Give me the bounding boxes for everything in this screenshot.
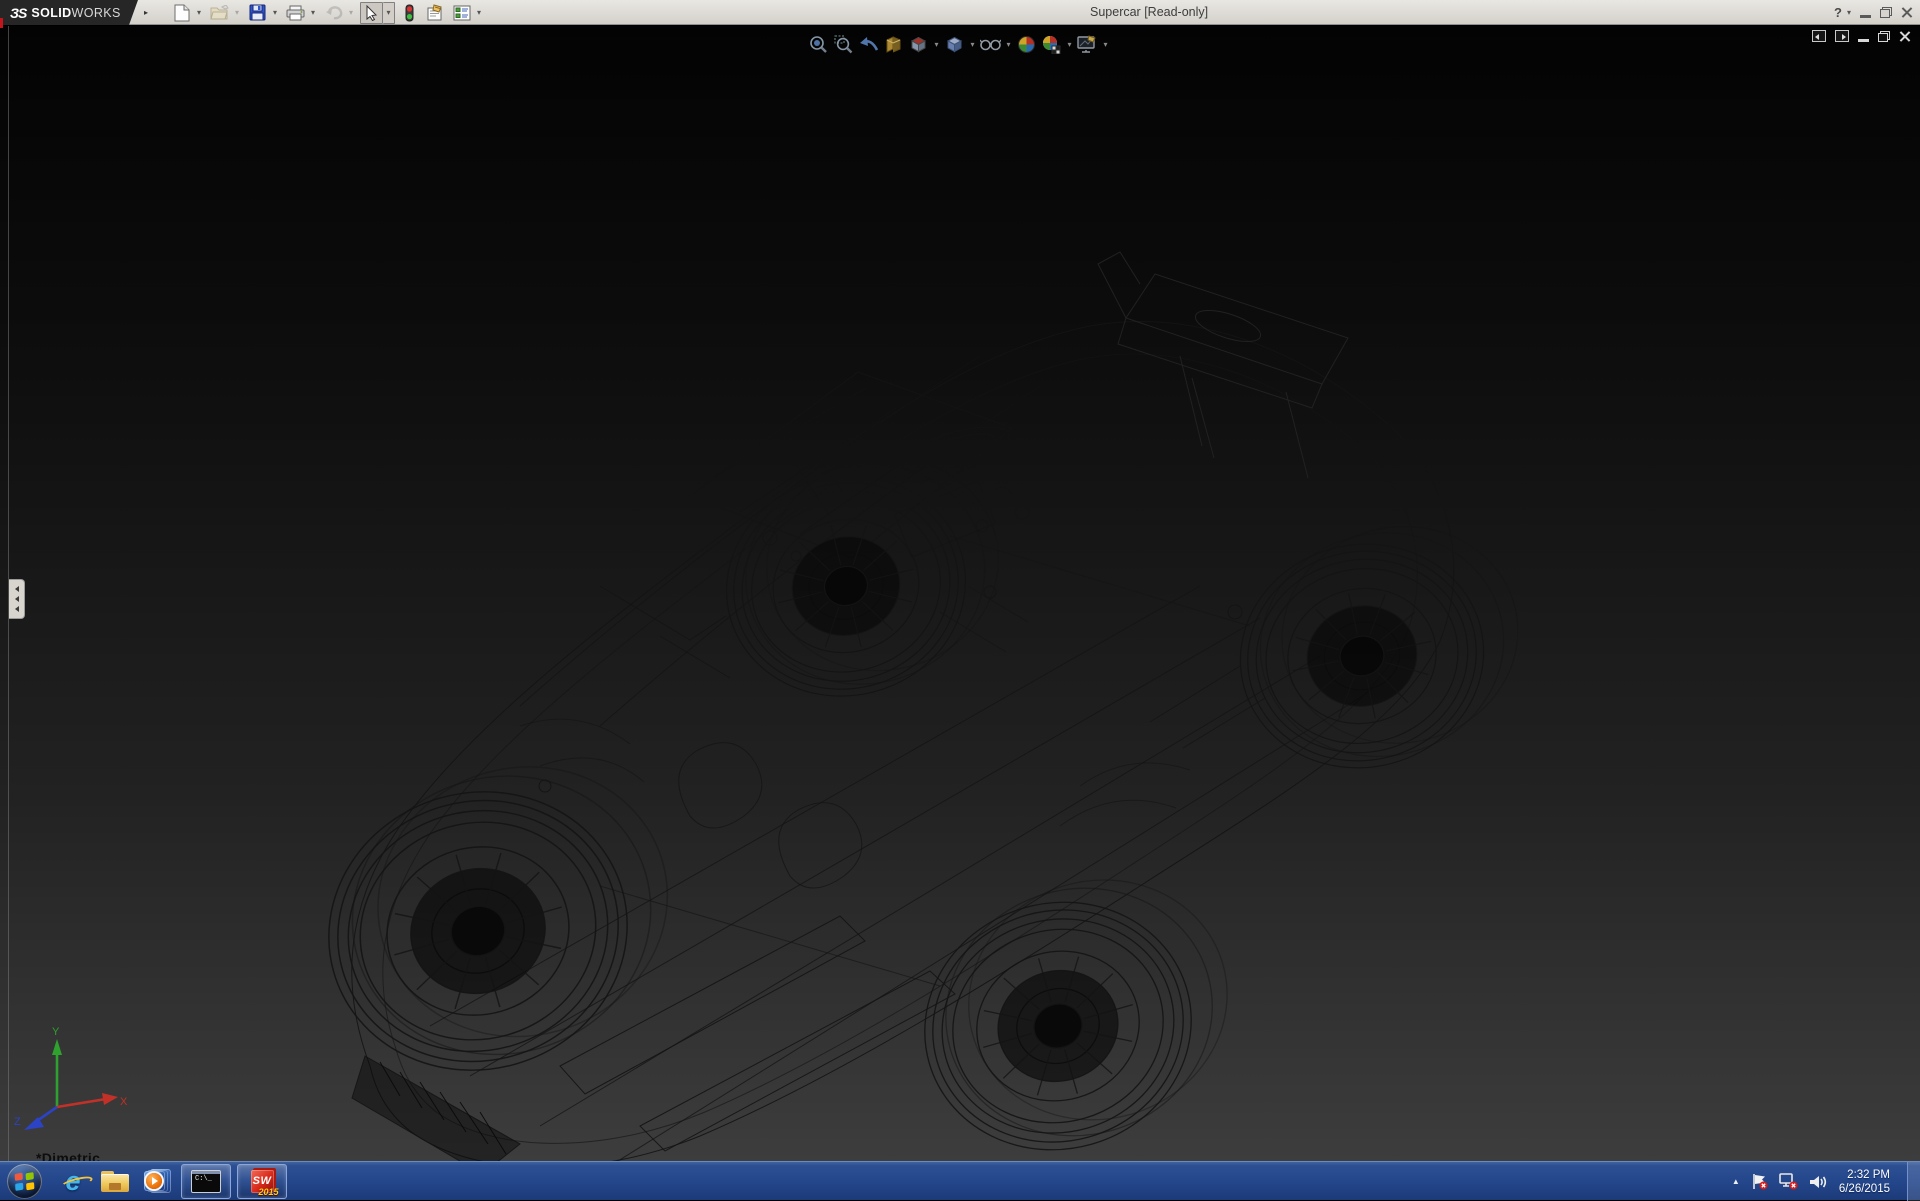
windows-flag-icon bbox=[15, 1172, 35, 1190]
view-orientation-icon[interactable] bbox=[906, 31, 931, 57]
system-tray: ▲ 2:32 PM 6/26/2015 bbox=[1732, 1162, 1890, 1201]
options-button[interactable] bbox=[450, 2, 473, 24]
new-document-button[interactable] bbox=[170, 2, 193, 24]
undo-button[interactable] bbox=[322, 2, 345, 24]
command-prompt-label: C:\_ bbox=[195, 1175, 212, 1183]
titlebar: ЗS SOLIDWORKS ▸ ▾ ▾ ▾ ▾ bbox=[0, 0, 1920, 25]
zoom-to-fit-icon[interactable] bbox=[806, 31, 831, 57]
print-button[interactable] bbox=[284, 2, 307, 24]
undo-dropdown[interactable]: ▾ bbox=[345, 2, 357, 24]
collapse-arrow-icon bbox=[15, 606, 19, 612]
triad-z-label: Z bbox=[14, 1116, 21, 1128]
graphics-area[interactable]: ▾ ▾ ▾ ▾ ▾ bbox=[0, 26, 1920, 1161]
clock[interactable]: 2:32 PM 6/26/2015 bbox=[1839, 1168, 1890, 1196]
headsup-view-toolbar: ▾ ▾ ▾ ▾ ▾ bbox=[806, 31, 1111, 57]
volume-icon[interactable] bbox=[1809, 1174, 1828, 1190]
edit-appearance-icon[interactable] bbox=[1014, 31, 1039, 57]
clock-date: 6/26/2015 bbox=[1839, 1182, 1890, 1196]
show-hidden-icons-button[interactable]: ▲ bbox=[1732, 1177, 1740, 1186]
reference-triad[interactable]: Y X Z bbox=[12, 1025, 132, 1135]
taskbar: e C:\_ SW 2015 ▲ 2 bbox=[0, 1161, 1920, 1200]
show-desktop-button[interactable] bbox=[1907, 1162, 1920, 1201]
pane-next-icon[interactable] bbox=[1835, 30, 1849, 42]
solidworks-logo[interactable]: ЗS SOLIDWORKS bbox=[0, 0, 138, 25]
section-view-icon[interactable] bbox=[881, 31, 906, 57]
brand-name-bold: SOLID bbox=[31, 6, 71, 20]
record-indicator bbox=[0, 18, 3, 28]
file-properties-button[interactable] bbox=[424, 2, 447, 24]
zoom-to-area-icon[interactable] bbox=[831, 31, 856, 57]
wireframe-car-model bbox=[0, 26, 1920, 1161]
internet-explorer-icon: e bbox=[65, 1166, 80, 1197]
close-button[interactable] bbox=[1901, 7, 1912, 18]
restore-button[interactable] bbox=[1880, 7, 1892, 18]
save-button[interactable] bbox=[246, 2, 269, 24]
folder-icon bbox=[101, 1171, 129, 1192]
window-title: Supercar [Read-only] bbox=[1090, 0, 1208, 25]
standard-toolbar: ▾ ▾ ▾ ▾ ▾ bbox=[170, 1, 488, 24]
collapse-arrow-icon bbox=[15, 586, 19, 592]
options-dropdown[interactable]: ▾ bbox=[473, 2, 485, 24]
feature-manager-handle[interactable] bbox=[9, 579, 25, 619]
apply-scene-dropdown[interactable]: ▾ bbox=[1064, 31, 1075, 57]
collapse-arrow-icon bbox=[15, 596, 19, 602]
taskbar-item-command-prompt[interactable]: C:\_ bbox=[181, 1164, 231, 1199]
new-document-dropdown[interactable]: ▾ bbox=[193, 2, 205, 24]
taskbar-item-media-player[interactable] bbox=[136, 1162, 178, 1201]
display-style-dropdown[interactable]: ▾ bbox=[967, 31, 978, 57]
action-center-icon[interactable] bbox=[1751, 1173, 1768, 1190]
brand-name-light: WORKS bbox=[72, 6, 121, 20]
open-dropdown[interactable]: ▾ bbox=[231, 2, 243, 24]
open-button[interactable] bbox=[208, 2, 231, 24]
solidworks-year-label: 2015 bbox=[258, 1187, 278, 1197]
solidworks-logo-mark-icon: ЗS bbox=[10, 5, 26, 21]
display-style-icon[interactable] bbox=[942, 31, 967, 57]
window-controls: ? ▾ bbox=[1834, 0, 1912, 25]
apply-scene-icon[interactable] bbox=[1039, 31, 1064, 57]
view-settings-icon[interactable] bbox=[1075, 31, 1100, 57]
network-status-icon[interactable] bbox=[1779, 1173, 1798, 1190]
rebuild-button[interactable] bbox=[398, 2, 421, 24]
hide-show-items-dropdown[interactable]: ▾ bbox=[1003, 31, 1014, 57]
help-icon[interactable]: ? bbox=[1834, 5, 1842, 20]
solidworks-2015-icon: SW 2015 bbox=[249, 1168, 276, 1195]
document-close-button[interactable] bbox=[1899, 31, 1910, 42]
help-dropdown[interactable]: ▾ bbox=[1847, 8, 1851, 17]
taskbar-item-internet-explorer[interactable]: e bbox=[52, 1162, 94, 1201]
document-window-controls bbox=[1812, 30, 1910, 42]
previous-view-icon[interactable] bbox=[856, 31, 881, 57]
taskbar-item-solidworks[interactable]: SW 2015 bbox=[237, 1164, 287, 1199]
clock-time: 2:32 PM bbox=[1839, 1168, 1890, 1182]
triad-x-label: X bbox=[120, 1096, 128, 1108]
command-prompt-icon: C:\_ bbox=[191, 1170, 221, 1193]
triad-y-label: Y bbox=[52, 1026, 60, 1038]
hide-show-items-icon[interactable] bbox=[978, 31, 1003, 57]
menu-expand-arrow[interactable]: ▸ bbox=[140, 0, 152, 25]
view-orientation-label: *Dimetric bbox=[36, 1150, 100, 1161]
start-button[interactable] bbox=[7, 1164, 42, 1199]
print-dropdown[interactable]: ▾ bbox=[307, 2, 319, 24]
taskbar-item-file-explorer[interactable] bbox=[94, 1162, 136, 1201]
view-orientation-dropdown[interactable]: ▾ bbox=[931, 31, 942, 57]
pane-previous-icon[interactable] bbox=[1812, 30, 1826, 42]
select-dropdown[interactable]: ▾ bbox=[383, 2, 395, 24]
select-button[interactable] bbox=[360, 2, 383, 24]
minimize-button[interactable] bbox=[1860, 15, 1871, 18]
document-minimize-button[interactable] bbox=[1858, 39, 1869, 42]
document-restore-button[interactable] bbox=[1878, 31, 1890, 42]
save-dropdown[interactable]: ▾ bbox=[269, 2, 281, 24]
media-player-icon bbox=[144, 1169, 171, 1193]
view-settings-dropdown[interactable]: ▾ bbox=[1100, 31, 1111, 57]
